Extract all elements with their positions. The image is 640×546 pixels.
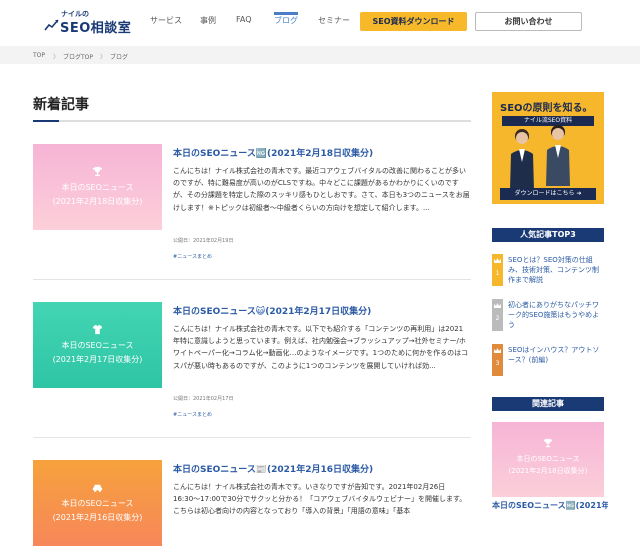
article-excerpt: こんにちは！ナイル株式会社の青木です。いきなりですが告知です。2021年02月2… [173, 483, 467, 515]
ranking-heading: 人気記事TOP3 [492, 228, 604, 242]
article-title[interactable]: 本日のSEOニュース📰(2021年2月16日収集分) [173, 462, 373, 475]
article-title[interactable]: 本日のSEOニュース😺(2021年2月17日収集分) [173, 304, 371, 317]
breadcrumb-separator: 〉 [53, 54, 60, 61]
thumbnail-subtitle: (2021年2月18日収集分) [508, 467, 588, 475]
seo-download-button[interactable]: SEO資料ダウンロード [360, 12, 467, 31]
related-heading: 関連記事 [492, 397, 604, 411]
ranking-item[interactable]: 1 SEOとは？SEO対策の仕組み、技術対策、コンテンツ制作まで解説 [492, 254, 604, 286]
ranking-item[interactable]: 3 SEOはインハウス？アウトソース？(前編) [492, 344, 604, 376]
rank-badge: 3 [492, 344, 503, 376]
ranking-title[interactable]: 初心者にありがちなパッチワーク的SEO施策はもうやめよう [508, 300, 602, 330]
contact-button[interactable]: お問い合わせ [475, 12, 582, 31]
article-title[interactable]: 本日のSEOニュース🆖(2021年2月18日収集分) [173, 146, 373, 159]
breadcrumb-blog-top[interactable]: ブログTOP [63, 52, 93, 61]
crown-icon [494, 303, 501, 308]
related-article-title[interactable]: 本日のSEOニュース🆖(2021年 [492, 500, 608, 511]
logo-text: SEO相談室 [60, 21, 132, 36]
breadcrumb-current: ブログ [110, 54, 129, 61]
site-header: ナイルの SEO相談室 サービス 事例 FAQ ブログ セミナー SEO資料ダウ… [0, 0, 640, 44]
banner-title: SEOの原則を知る。 [500, 103, 593, 114]
thumbnail-title: 本日のSEOニュース [61, 341, 134, 350]
ranking-item[interactable]: 2 初心者にありがちなパッチワーク的SEO施策はもうやめよう [492, 299, 604, 331]
article-tag[interactable]: #ニュースまとめ [173, 253, 212, 260]
nav-services[interactable]: サービス [150, 15, 182, 26]
seo-resource-banner[interactable]: SEOの原則を知る。 ナイル流SEO資料 ダウンロードはこちら ➔ [492, 92, 604, 204]
crown-icon [494, 258, 501, 263]
section-divider-accent [33, 120, 59, 122]
rank-number: 1 [495, 270, 500, 277]
thumbnail-subtitle: (2021年2月17日収集分) [52, 355, 143, 364]
tshirt-icon [92, 324, 103, 335]
article-excerpt: こんにちは！ナイル株式会社の青木です。最近コアウェブバイタルの改善に関わることが… [173, 167, 470, 212]
crown-icon [494, 348, 501, 353]
related-article-thumbnail[interactable]: 本日のSEOニュース (2021年2月18日収集分) [492, 422, 604, 497]
person-photo [546, 125, 570, 186]
article-divider [33, 279, 471, 280]
nav-blog[interactable]: ブログ [274, 12, 298, 26]
thumbnail-title: 本日のSEOニュース [61, 183, 134, 192]
article-thumbnail[interactable]: 本日のSEOニュース (2021年2月16日収集分) [33, 460, 162, 546]
thumbnail-title: 本日のSEOニュース [516, 455, 580, 463]
thumbnail-subtitle: (2021年2月18日収集分) [52, 197, 143, 206]
article-excerpt: こんにちは！ナイル株式会社の青木です。以下でも紹介する「コンテンツの再利用」は2… [173, 325, 469, 370]
rank-number: 3 [495, 360, 500, 367]
nav-seminar[interactable]: セミナー [318, 15, 350, 26]
rank-number: 2 [495, 315, 500, 322]
article-thumbnail[interactable]: 本日のSEOニュース (2021年2月17日収集分) [33, 302, 162, 388]
person-photo [510, 129, 534, 190]
section-divider [33, 120, 471, 122]
breadcrumb-separator: 〉 [100, 54, 107, 61]
trophy-icon [92, 166, 103, 177]
trophy-icon [543, 438, 553, 448]
article-date: 公開日：2021年02月17日 [173, 396, 234, 402]
section-title: 新着記事 [33, 97, 89, 113]
article-thumbnail[interactable]: 本日のSEOニュース (2021年2月18日収集分) [33, 144, 162, 230]
article-divider [33, 437, 471, 438]
rank-badge: 1 [492, 254, 503, 286]
article-card: 本日のSEOニュース (2021年2月16日収集分) 本日のSEOニュース📰(2… [33, 460, 471, 546]
car-icon [92, 484, 103, 492]
banner-download-button[interactable]: ダウンロードはこちら ➔ [500, 188, 596, 200]
breadcrumb-top[interactable]: TOP [33, 52, 45, 59]
article-tag[interactable]: #ニュースまとめ [173, 411, 212, 418]
thumbnail-title: 本日のSEOニュース [61, 499, 134, 508]
chart-logo-icon [44, 19, 59, 31]
article-card: 本日のSEOニュース (2021年2月17日収集分) 本日のSEOニュース😺(2… [33, 302, 471, 439]
nav-cases[interactable]: 事例 [200, 15, 216, 26]
thumbnail-subtitle: (2021年2月16日収集分) [52, 513, 143, 522]
breadcrumb: TOP 〉 ブログTOP 〉 ブログ [0, 46, 640, 64]
article-card: 本日のSEOニュース (2021年2月18日収集分) 本日のSEOニュース🆖(2… [33, 144, 471, 281]
ranking-title[interactable]: SEOとは？SEO対策の仕組み、技術対策、コンテンツ制作まで解説 [508, 255, 602, 285]
article-date: 公開日：2021年02月19日 [173, 238, 234, 244]
ranking-title[interactable]: SEOはインハウス？アウトソース？(前編) [508, 345, 602, 365]
rank-badge: 2 [492, 299, 503, 331]
site-logo[interactable]: ナイルの SEO相談室 [44, 10, 154, 36]
nav-faq[interactable]: FAQ [236, 15, 252, 24]
